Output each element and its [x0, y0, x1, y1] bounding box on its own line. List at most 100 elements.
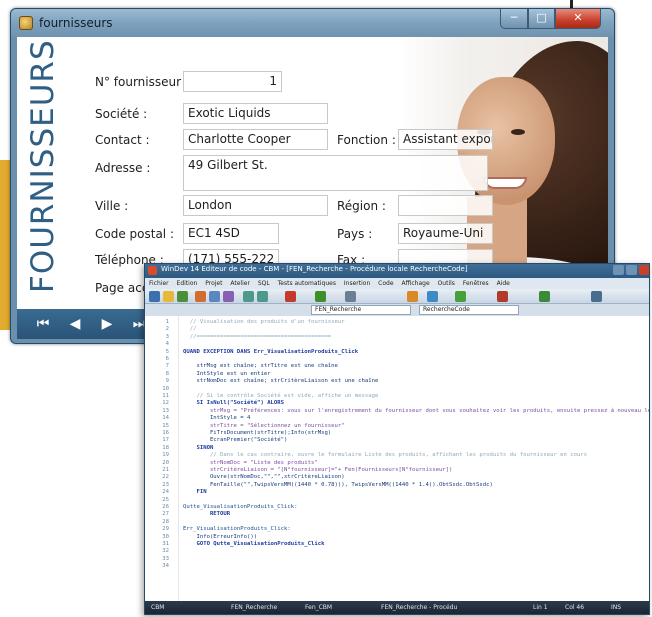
code-line[interactable]: EcranPremier("Société")	[183, 437, 287, 444]
code-line[interactable]: Err_VisualisationProduits_Click:	[183, 526, 291, 533]
code-line[interactable]: strMsg = "Préférences: vous sur l'enregi…	[183, 408, 649, 415]
menu-fenetres[interactable]: Fenêtres	[463, 280, 489, 287]
code-line[interactable]: GOTO Qutte_VisualisationProduits_Click	[183, 541, 324, 548]
code-line[interactable]: FIN	[183, 489, 206, 496]
code-line[interactable]: strNomDoc = "Liste des produits"	[183, 460, 318, 467]
close-button[interactable]: ✕	[555, 9, 601, 29]
menu-insertion[interactable]: Insertion	[344, 280, 370, 287]
new-file-icon[interactable]	[149, 291, 160, 302]
code-line[interactable]: //======================================…	[183, 334, 331, 341]
code-line[interactable]: FenTaille("",TwipsVersMM((1440 * 0.78)))…	[183, 482, 493, 489]
code-line[interactable]: strTitre = "Sélectionnez un fournisseur"	[183, 423, 345, 430]
input-region[interactable]	[398, 195, 493, 216]
menu-aide[interactable]: Aide	[497, 280, 510, 287]
code-line[interactable]: strNomDoc est chaîne; strCritèreLiaison …	[183, 378, 378, 385]
code-line[interactable]: // Visualisation des produits d'un fourn…	[183, 319, 345, 326]
status-window-1[interactable]: FEN_Recherche	[231, 604, 277, 611]
run-icon[interactable]	[315, 291, 326, 302]
open-folder-icon[interactable]	[163, 291, 174, 302]
input-adresse[interactable]: 49 Gilbert St.	[183, 155, 488, 191]
code-editor-area[interactable]: 1 2 3 4 5 6 7 8 9 10 11 12 13 14 15 16 17 18 19 20 21 22 23 24 2…	[145, 316, 649, 601]
input-pays[interactable]: Royaume-Uni	[398, 223, 493, 244]
code-editor-titlebar[interactable]: WinDev 14 Editeur de code - CBM - [FEN_R…	[145, 264, 649, 278]
menu-outils[interactable]: Outils	[438, 280, 455, 287]
editor-menubar: Fichier Edition Projet Atelier SQL Tests…	[145, 278, 649, 289]
line-number: 10	[162, 385, 169, 392]
editor-maximize-button[interactable]	[626, 265, 637, 275]
input-code-postal[interactable]: EC1 4SD	[183, 223, 279, 244]
line-number: 29	[162, 526, 169, 533]
form-sidebar: FOURNISSEURS	[17, 37, 73, 293]
label-pays: Pays :	[337, 227, 373, 241]
photo-smile	[483, 177, 527, 189]
save-icon[interactable]	[177, 291, 188, 302]
stop-icon[interactable]	[285, 291, 296, 302]
code-line[interactable]: Info(ErreurInfo())	[183, 534, 257, 541]
code-line[interactable]: QUAND EXCEPTION DANS Err_VisualisationPr…	[183, 349, 358, 356]
code-line[interactable]: // Dans le cas contraire, ouvre le formu…	[183, 452, 587, 459]
tab-fen-recherche[interactable]: FEN_Recherche	[311, 305, 411, 315]
code-line[interactable]: SI IsNull("Société") ALORS	[183, 400, 284, 407]
line-number: 19	[162, 452, 169, 459]
tab-recherche-code[interactable]: RechercheCode	[419, 305, 519, 315]
windev-icon	[148, 266, 157, 275]
label-numero: N° fournisseur	[95, 75, 182, 89]
debug-icon[interactable]	[345, 291, 356, 302]
status-window-2[interactable]: Fen_CBM	[305, 604, 332, 611]
redo-icon[interactable]	[257, 291, 268, 302]
line-number: 32	[162, 548, 169, 555]
editor-minimize-button[interactable]	[613, 265, 624, 275]
menu-tests[interactable]: Tests automatiques	[278, 280, 336, 287]
app-icon	[19, 16, 33, 30]
status-project[interactable]: CBM	[151, 604, 164, 611]
code-line[interactable]: SINON	[183, 445, 213, 452]
code-line[interactable]: Ouvre(strNomDoc,"","",strCritèreLiaison)	[183, 474, 345, 481]
menu-projet[interactable]: Projet	[205, 280, 222, 287]
menu-fichier[interactable]: Fichier	[149, 280, 169, 287]
panel-icon[interactable]	[591, 291, 602, 302]
test-icon[interactable]	[455, 291, 466, 302]
menu-edition[interactable]: Edition	[177, 280, 198, 287]
go-icon[interactable]	[539, 291, 550, 302]
line-number: 9	[165, 378, 169, 385]
cut-icon[interactable]	[195, 291, 206, 302]
window-icon[interactable]	[427, 291, 438, 302]
status-window-3[interactable]: FEN_Recherche - Procédu	[381, 604, 457, 611]
code-line[interactable]: IntStyle = 4	[183, 415, 250, 422]
code-line[interactable]: Qutte_VisualisationProduits_Click:	[183, 504, 298, 511]
maximize-button[interactable]: □	[528, 9, 555, 29]
code-line[interactable]: RETOUR	[183, 511, 230, 518]
line-number: 11	[162, 393, 169, 399]
record-icon[interactable]	[497, 291, 508, 302]
menu-affichage[interactable]: Affichage	[401, 280, 429, 287]
menu-atelier[interactable]: Atelier	[230, 280, 250, 287]
menu-code[interactable]: Code	[378, 280, 393, 287]
code-line[interactable]: strMsg est chaîne; strTitre est une chaî…	[183, 363, 337, 370]
line-number: 18	[162, 444, 169, 451]
first-record-button[interactable]: ⏮	[31, 314, 55, 334]
code-editor-window: WinDev 14 Editeur de code - CBM - [FEN_R…	[144, 263, 650, 615]
line-number-gutter: 1 2 3 4 5 6 7 8 9 10 11 12 13 14 15 16 17 18 19 20 21 22 23 24 2…	[145, 316, 179, 601]
input-contact[interactable]: Charlotte Cooper	[183, 129, 328, 150]
code-line[interactable]: //	[183, 326, 197, 333]
editor-tabbar: FEN_Recherche RechercheCode	[145, 304, 649, 316]
editor-close-button[interactable]	[639, 265, 649, 275]
menu-sql[interactable]: SQL	[258, 280, 270, 287]
editor-toolbar	[145, 289, 649, 304]
undo-icon[interactable]	[243, 291, 254, 302]
fournisseurs-titlebar[interactable]: fournisseurs ─ □ ✕	[11, 9, 614, 37]
label-societe: Société :	[95, 107, 148, 121]
input-fonction[interactable]: Assistant export	[398, 129, 493, 150]
vertical-title: FOURNISSEURS	[25, 39, 61, 293]
copy-icon[interactable]	[209, 291, 220, 302]
next-record-button[interactable]: ▶	[95, 314, 119, 334]
input-numero[interactable]: 1	[183, 71, 282, 92]
tool-icon[interactable]	[407, 291, 418, 302]
paste-icon[interactable]	[223, 291, 234, 302]
input-ville[interactable]: London	[183, 195, 328, 216]
input-societe[interactable]: Exotic Liquids	[183, 103, 328, 124]
previous-record-button[interactable]: ◀	[63, 314, 87, 334]
code-editor-title: WinDev 14 Editeur de code - CBM - [FEN_R…	[161, 265, 468, 273]
minimize-button[interactable]: ─	[500, 9, 528, 29]
label-code-postal: Code postal :	[95, 227, 174, 241]
